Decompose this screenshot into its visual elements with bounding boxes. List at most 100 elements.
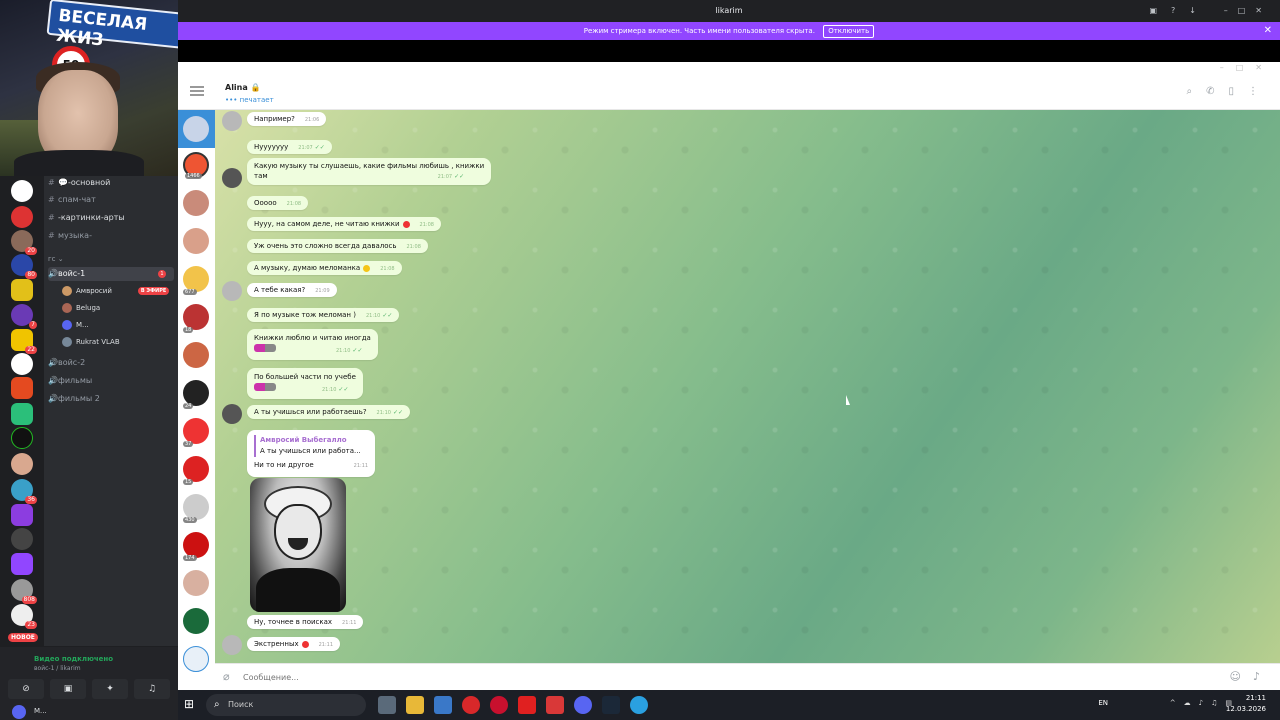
message-bubble[interactable]: Ооооо 21:08 [247, 196, 309, 210]
server-icon[interactable] [11, 528, 33, 550]
clock[interactable]: 21:11 12.03.2026 [1226, 693, 1266, 715]
chat-avatar[interactable]: 37 [183, 418, 209, 447]
chat-avatar[interactable] [183, 646, 209, 672]
contact-avatar[interactable] [222, 635, 242, 655]
message-bubble[interactable]: Уж очень это сложно всегда давалось 21:08 [247, 239, 428, 253]
server-icon[interactable] [11, 180, 33, 202]
voice-user[interactable]: Амвросий В ЭФИРЕ [62, 284, 170, 298]
chat-avatar[interactable] [183, 342, 209, 368]
reply-message-bubble[interactable]: Амвросий Выбегалло А ты учишься или рабо… [247, 430, 376, 477]
chevron-up-icon[interactable]: ^ [1170, 699, 1184, 707]
steam-icon[interactable] [602, 696, 620, 714]
emoji-icon[interactable]: ☺ [1230, 670, 1253, 683]
channel-art[interactable]: # -картинки-арты [48, 211, 125, 225]
message-bubble[interactable]: Какую музыку ты слушаешь, какие фильмы л… [247, 158, 492, 185]
channel-films[interactable]: 🔊фильмы [48, 374, 92, 388]
message-bubble[interactable]: По большей части по учебе 21:10 ✓✓ [247, 368, 363, 399]
message-bubble[interactable]: Нууууууу 21:07 ✓✓ [247, 140, 332, 154]
chat-avatar[interactable]: 24 [183, 380, 209, 409]
server-icon[interactable] [11, 279, 33, 301]
yandex-icon[interactable] [518, 696, 536, 714]
chat-avatar[interactable]: 174 [183, 532, 209, 561]
minimize-icon[interactable]: – [1224, 6, 1238, 15]
server-icon[interactable] [11, 377, 33, 399]
message-bubble[interactable]: А ты учишься или работаешь? 21:10 ✓✓ [247, 405, 411, 419]
phone-icon[interactable]: ✆ [1206, 86, 1228, 97]
telegram-icon[interactable] [630, 696, 648, 714]
channel-voice-1[interactable]: 🔊войс-1 1 [48, 267, 174, 281]
voice-user[interactable]: Rukrat VLAB [62, 335, 120, 349]
close-icon[interactable]: ✕ [1255, 6, 1272, 15]
message-area[interactable] [215, 110, 1280, 663]
server-icon[interactable]: 80 [11, 254, 37, 279]
voice-user[interactable]: Beluga [62, 301, 100, 315]
chat-avatar[interactable]: 18 [183, 304, 209, 333]
maximize-icon[interactable]: □ [1238, 6, 1256, 15]
discord-icon[interactable] [574, 696, 592, 714]
message-bubble[interactable]: Экстренных 21:11 [247, 637, 341, 651]
twitch-server-icon[interactable] [11, 553, 33, 575]
message-bubble[interactable]: Я по музыке тож меломан ) 21:10 ✓✓ [247, 308, 400, 322]
server-icon[interactable]: 808 [11, 579, 37, 604]
chat-avatar[interactable]: 1466 [183, 152, 209, 179]
chat-avatar[interactable] [183, 570, 209, 596]
new-badge[interactable]: НОВОЕ [8, 633, 38, 642]
opera-icon[interactable] [490, 696, 508, 714]
server-icon[interactable]: 22 [11, 329, 37, 354]
chat-avatar[interactable] [183, 190, 209, 216]
mic-icon[interactable]: ♪ [1199, 699, 1211, 707]
channel-voice-2[interactable]: 🔊войс-2 [48, 356, 85, 370]
disable-streamer-button[interactable]: Отключить [823, 25, 875, 38]
own-avatar[interactable] [222, 168, 242, 188]
server-icon[interactable] [11, 504, 33, 526]
server-icon[interactable]: 20 [11, 230, 37, 255]
marilyn-sticker[interactable] [250, 478, 346, 612]
message-input[interactable] [243, 669, 1143, 685]
server-icon[interactable]: 7 [11, 304, 37, 329]
language-indicator[interactable]: EN [1098, 699, 1108, 707]
soundboard-icon[interactable]: ♫ [134, 679, 170, 699]
server-icon[interactable]: 23 [11, 604, 37, 629]
close-icon[interactable]: ✕ [1255, 63, 1274, 72]
chat-avatar[interactable] [183, 228, 209, 254]
server-icon[interactable] [11, 403, 33, 425]
sidebar-toggle-icon[interactable]: ▯ [1228, 86, 1248, 97]
chat-avatar[interactable]: 430 [183, 494, 209, 523]
cloud-icon[interactable]: ☁ [1184, 699, 1199, 707]
channel-music[interactable]: # музыка- [48, 229, 92, 243]
file-explorer-icon[interactable] [406, 696, 424, 714]
cast-icon[interactable]: ▣ [1149, 6, 1171, 15]
taskbar-search[interactable]: Поиск [206, 694, 366, 716]
channel-osnovnoy[interactable]: # 💬-основной [48, 176, 110, 190]
server-icon[interactable] [11, 453, 33, 475]
chat-avatar[interactable] [183, 608, 209, 634]
menu-icon[interactable] [190, 86, 204, 96]
avatar[interactable] [12, 705, 26, 719]
server-icon[interactable] [11, 427, 33, 449]
message-bubble[interactable]: Книжки люблю и читаю иногда 21:10 ✓✓ [247, 329, 378, 360]
maximize-icon[interactable]: □ [1236, 63, 1256, 72]
more-icon[interactable]: ⋮ [1248, 86, 1272, 97]
message-bubble[interactable]: А тебе какая? 21:09 [247, 283, 337, 297]
task-view-icon[interactable] [378, 696, 396, 714]
contact-avatar[interactable] [222, 111, 242, 131]
voice-channel-name[interactable]: войс-1 / likarim [34, 665, 81, 672]
search-icon[interactable]: ⌕ [1186, 86, 1206, 97]
category-voice[interactable]: гс ⌄ [48, 252, 64, 266]
server-icon[interactable] [11, 353, 33, 375]
close-banner-icon[interactable]: ✕ [1264, 22, 1272, 40]
yandex-browser-icon[interactable] [462, 696, 480, 714]
store-icon[interactable] [434, 696, 452, 714]
own-avatar[interactable] [222, 404, 242, 424]
microphone-icon[interactable]: ♪ [1253, 670, 1272, 683]
screen-share-icon[interactable]: ▣ [50, 679, 86, 699]
chat-avatar[interactable]: 15 [183, 456, 209, 485]
attach-icon[interactable]: ⌀ [223, 670, 230, 683]
help-icon[interactable]: ? [1171, 6, 1189, 15]
message-bubble[interactable]: А музыку, думаю меломанка 21:08 [247, 261, 402, 275]
chat-title[interactable]: Alina 🔒 [225, 83, 261, 92]
message-bubble[interactable]: Например? 21:06 [247, 112, 327, 126]
server-icon[interactable] [11, 206, 33, 228]
windows-start-icon[interactable]: ⊞ [184, 697, 194, 711]
message-bubble[interactable]: Ну, точнее в поисках 21:11 [247, 615, 364, 629]
